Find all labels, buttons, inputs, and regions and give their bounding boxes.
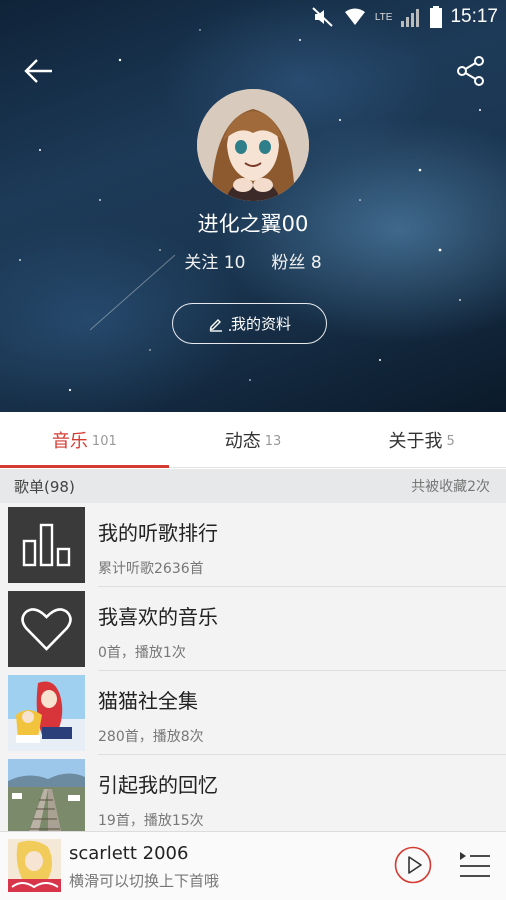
share-icon[interactable] [454,54,488,88]
list-item[interactable]: 我喜欢的音乐 0首，播放1次 [0,587,506,671]
playlist-section-header: 歌单(98) 共被收藏2次 [0,469,506,503]
following-label: 关注 [184,253,219,273]
now-playing-title: scarlett 2006 [69,843,189,864]
playlist-subtitle: 累计听歌2636首 [98,561,204,577]
playlist-section-title: 歌单(98) [14,477,75,496]
status-time: 15:17 [450,6,498,27]
network-type: LTE [374,11,393,23]
mini-player[interactable]: scarlett 2006 横滑可以切换上下首哦 [0,831,506,900]
play-button[interactable] [394,846,432,884]
tab-about-me-label: 关于我 [388,430,443,452]
railway-cover-image [8,759,85,831]
following-count: 10 [223,253,246,273]
playlist-cover [8,507,85,583]
starfield-background [19,29,481,392]
playlist-subtitle: 280首，播放8次 [98,729,204,745]
playlist-collected-count: 共被收藏2次 [411,479,490,495]
playlist-subtitle: 0首，播放1次 [98,645,186,661]
now-playing-cover-image [8,839,61,892]
followers-label: 粉丝 [271,253,306,273]
followers-stat[interactable]: 粉丝 8 [271,248,321,273]
my-profile-button-label: 我的资料 [230,315,291,333]
battery-icon [430,6,443,28]
playlist-title: 我喜欢的音乐 [98,605,218,629]
profile-header: LTE 15:17 进化之翼00 关注 10 粉丝 8 我的资料 [0,0,506,412]
playlist-subtitle: 19首，播放15次 [98,813,204,829]
edit-pencil-icon [209,318,222,332]
following-stat[interactable]: 关注 10 [184,248,245,273]
tab-music-label: 音乐 [51,430,88,452]
list-item[interactable]: 我的听歌排行 累计听歌2636首 [0,503,506,587]
tab-music[interactable]: 音乐 101 [0,412,169,468]
status-bar: LTE 15:17 [311,5,498,29]
playlist-title: 猫猫社全集 [98,689,198,713]
playlist-meta: 我喜欢的音乐 0首，播放1次 [98,601,506,662]
bar-chart-icon [22,523,71,567]
avatar[interactable] [197,89,309,201]
playlist-title: 引起我的回忆 [98,773,218,797]
playlist-cover [8,591,85,667]
now-playing-cover[interactable] [8,839,61,892]
playlist-title: 我的听歌排行 [98,521,218,545]
mute-icon [312,7,333,27]
playlist-queue-icon[interactable] [458,850,492,882]
playlist-meta: 引起我的回忆 19首，播放15次 [98,769,506,830]
followers-count: 8 [310,253,322,273]
list-item[interactable]: 猫猫社全集 280首，播放8次 [0,671,506,755]
heart-icon [21,608,72,651]
tab-activity-count: 13 [264,434,282,449]
playlist-cover [8,759,85,831]
playlist-list: 我的听歌排行 累计听歌2636首 我喜欢的音乐 0首，播放1次 猫猫社全集 28… [0,503,506,831]
playlist-meta: 我的听歌排行 累计听歌2636首 [98,517,506,578]
list-item[interactable]: 引起我的回忆 19首，播放15次 [0,755,506,831]
tab-music-count: 101 [91,434,117,449]
follow-stats: 关注 10 粉丝 8 [0,248,506,273]
profile-tabs: 音乐 101 动态 13 关于我 5 [0,412,506,468]
swipe-hint: 横滑可以切换上下首哦 [69,872,220,890]
tab-about-me[interactable]: 关于我 5 [337,412,506,467]
avatar-image [197,89,309,201]
playlist-cover [8,675,85,751]
playlist-meta: 猫猫社全集 280首，播放8次 [98,685,506,746]
anime-cover-image [8,675,85,751]
username: 进化之翼00 [197,212,309,236]
signal-icon [401,9,420,27]
tab-about-me-count: 5 [446,434,455,449]
my-profile-button[interactable]: 我的资料 [172,303,327,344]
tab-activity[interactable]: 动态 13 [169,412,338,467]
tab-activity-label: 动态 [224,430,261,452]
wifi-icon [344,8,365,25]
back-arrow-icon[interactable] [22,54,56,88]
